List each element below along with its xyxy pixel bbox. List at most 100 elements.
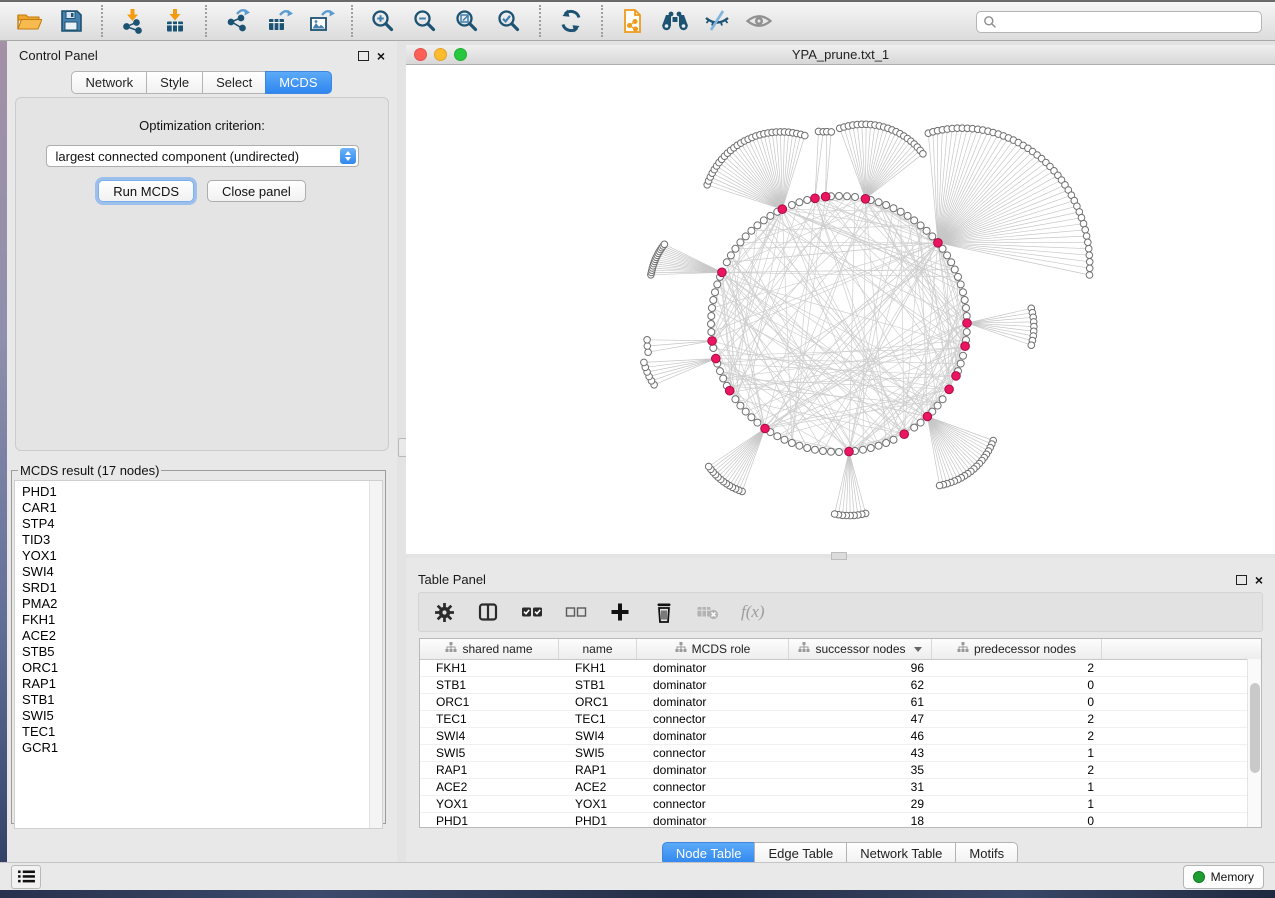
close-panel-button[interactable]: Close panel	[207, 180, 306, 202]
search-input[interactable]	[1001, 14, 1261, 30]
clone-network-icon[interactable]	[618, 6, 648, 36]
tab-select[interactable]: Select	[202, 71, 266, 94]
list-item[interactable]: PMA2	[22, 596, 382, 612]
table-cell: PHD1	[559, 813, 637, 828]
list-item[interactable]: ACE2	[22, 628, 382, 644]
list-item[interactable]: STB5	[22, 644, 382, 660]
import-network-icon[interactable]	[118, 6, 148, 36]
table-row[interactable]: SWI4SWI4dominator462	[420, 728, 1261, 745]
export-image-icon[interactable]	[306, 6, 336, 36]
close-panel-icon[interactable]: ×	[377, 51, 385, 61]
list-item[interactable]: TID3	[22, 532, 382, 548]
optimization-criterion-dropdown[interactable]: largest connected component (undirected)	[46, 145, 359, 167]
column-chooser-icon[interactable]	[477, 601, 499, 623]
list-item[interactable]: PHD1	[22, 484, 382, 500]
dropdown-value: largest connected component (undirected)	[56, 149, 300, 164]
function-builder-icon[interactable]: f(x)	[741, 602, 765, 622]
delete-column-icon[interactable]	[653, 601, 675, 623]
settings-gear-icon[interactable]	[433, 601, 455, 623]
control-panel-header: Control Panel ×	[7, 41, 397, 63]
table-cell: FKH1	[420, 660, 559, 676]
table-cell: connector	[637, 711, 789, 727]
list-item[interactable]: ORC1	[22, 660, 382, 676]
list-item[interactable]: GCR1	[22, 740, 382, 756]
add-column-icon[interactable]	[609, 601, 631, 623]
hide-selected-icon[interactable]	[702, 6, 732, 36]
table-row[interactable]: STB1STB1dominator620	[420, 677, 1261, 694]
list-item[interactable]: TEC1	[22, 724, 382, 740]
column-header-MCDS-role[interactable]: MCDS role	[637, 639, 789, 659]
table-cell: SWI5	[420, 745, 559, 761]
list-item[interactable]: SRD1	[22, 580, 382, 596]
column-header-name[interactable]: name	[559, 639, 637, 659]
table-cell: 0	[932, 694, 1102, 710]
network-titlebar[interactable]: YPA_prune.txt_1	[406, 45, 1275, 65]
task-history-button[interactable]	[11, 865, 41, 889]
tab-network[interactable]: Network	[71, 71, 147, 94]
list-item[interactable]: FKH1	[22, 612, 382, 628]
table-cell: 0	[932, 677, 1102, 693]
float-window-icon[interactable]	[1236, 575, 1247, 585]
close-panel-icon[interactable]: ×	[1255, 575, 1263, 585]
table-scrollbar-thumb[interactable]	[1250, 683, 1260, 773]
delete-table-icon[interactable]	[697, 601, 719, 623]
tab-style[interactable]: Style	[146, 71, 203, 94]
network-graph[interactable]	[406, 65, 1275, 554]
table-row[interactable]: ORC1ORC1dominator610	[420, 694, 1261, 711]
zoom-out-icon[interactable]	[410, 6, 440, 36]
show-all-icon[interactable]	[744, 6, 774, 36]
run-mcds-button[interactable]: Run MCDS	[98, 180, 194, 202]
import-table-icon[interactable]	[160, 6, 190, 36]
column-header-successor-nodes[interactable]: successor nodes	[789, 639, 932, 659]
list-item[interactable]: RAP1	[22, 676, 382, 692]
column-label: MCDS role	[692, 642, 751, 656]
table-row[interactable]: PHD1PHD1dominator180	[420, 813, 1261, 828]
table-row[interactable]: FKH1FKH1dominator962	[420, 660, 1261, 677]
table-row[interactable]: SWI5SWI5connector431	[420, 745, 1261, 762]
table-cell: 18	[789, 813, 932, 828]
table-cell: 1	[932, 796, 1102, 812]
list-item[interactable]: SWI4	[22, 564, 382, 580]
column-header-shared-name[interactable]: shared name	[420, 639, 559, 659]
table-cell: 2	[932, 762, 1102, 778]
open-file-icon[interactable]	[14, 6, 44, 36]
unselect-all-icon[interactable]	[565, 601, 587, 623]
table-row[interactable]: RAP1RAP1dominator352	[420, 762, 1261, 779]
table-cell: ORC1	[559, 694, 637, 710]
table-scrollbar-track[interactable]	[1247, 659, 1261, 827]
result-list-scrollbar[interactable]	[369, 481, 382, 828]
table-cell: PHD1	[420, 813, 559, 828]
zoom-selected-icon[interactable]	[494, 6, 524, 36]
table-cell: 96	[789, 660, 932, 676]
table-cell: 29	[789, 796, 932, 812]
sort-desc-icon	[914, 647, 922, 652]
table-row[interactable]: TEC1TEC1connector472	[420, 711, 1261, 728]
network-horizontal-scrollbar[interactable]	[831, 552, 847, 560]
zoom-in-icon[interactable]	[368, 6, 398, 36]
list-item[interactable]: YOX1	[22, 548, 382, 564]
zoom-fit-icon[interactable]	[452, 6, 482, 36]
memory-button[interactable]: Memory	[1183, 865, 1264, 889]
save-session-icon[interactable]	[56, 6, 86, 36]
network-search-field[interactable]	[976, 11, 1262, 33]
list-item[interactable]: STB1	[22, 692, 382, 708]
select-all-icon[interactable]	[521, 601, 543, 623]
list-item[interactable]: CAR1	[22, 500, 382, 516]
network-canvas[interactable]	[406, 65, 1275, 554]
refresh-icon[interactable]	[556, 6, 586, 36]
column-header-predecessor-nodes[interactable]: predecessor nodes	[932, 639, 1102, 659]
table-cell: RAP1	[420, 762, 559, 778]
table-row[interactable]: YOX1YOX1connector291	[420, 796, 1261, 813]
table-cell: 2	[932, 711, 1102, 727]
export-network-icon[interactable]	[222, 6, 252, 36]
list-item[interactable]: STP4	[22, 516, 382, 532]
table-body: FKH1FKH1dominator962STB1STB1dominator620…	[420, 660, 1261, 828]
table-row[interactable]: ACE2ACE2connector311	[420, 779, 1261, 796]
tab-mcds[interactable]: MCDS	[265, 71, 331, 94]
tree-icon	[957, 642, 969, 656]
list-item[interactable]: SWI5	[22, 708, 382, 724]
float-window-icon[interactable]	[358, 51, 369, 61]
search-network-icon[interactable]	[660, 6, 690, 36]
main-toolbar	[0, 2, 1275, 41]
export-table-icon[interactable]	[264, 6, 294, 36]
